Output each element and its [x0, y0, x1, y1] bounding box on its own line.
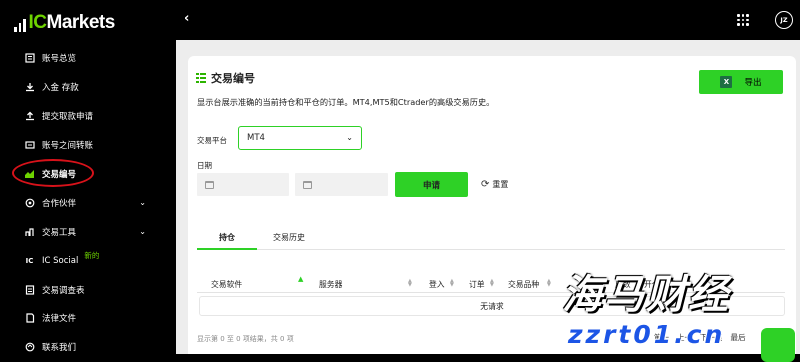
ic-markets-logo[interactable]: ICMarkets	[14, 10, 115, 32]
page-previous[interactable]: 上一	[677, 332, 692, 343]
table-header: 交易软件 ▲ 服务器 ▲ ▼ 登入 ▲ ▼ 订单 ▲ ▼ 交易品种 ▲ ▼ 成数 开仓时…	[197, 273, 785, 293]
sidebar-item-label: 入金 存款	[42, 83, 79, 94]
platform-select[interactable]: MT4 ⌄	[238, 126, 362, 150]
excel-icon: X	[720, 76, 733, 88]
list-icon	[196, 73, 206, 83]
tab-bar: 持仓 交易历史	[197, 232, 785, 250]
column-header[interactable]: 订单	[469, 279, 485, 290]
column-header[interactable]: 服务器	[319, 279, 342, 290]
sidebar: ICMarkets 账号总览 入金 存款 提交取款申请 账号之间转账 交易编号 …	[0, 0, 176, 362]
sidebar-item-label: 账号总览	[42, 54, 77, 65]
table-info: 显示第 0 至 0 项结果，共 0 项	[197, 335, 294, 343]
sidebar-item-label: 合作伙伴	[42, 198, 77, 209]
partner-icon	[24, 197, 35, 208]
platform-value: MT4	[247, 133, 265, 143]
refresh-icon: ⟳	[481, 179, 490, 190]
sidebar-item-label: 法律文件	[42, 314, 77, 325]
page-last[interactable]: 最后	[731, 332, 746, 343]
export-label: 导出	[744, 78, 762, 88]
reset-button[interactable]: ⟳ 重置	[481, 179, 508, 190]
chat-button[interactable]	[761, 328, 795, 362]
column-header[interactable]: 交易品种	[508, 279, 539, 290]
sidebar-item-survey[interactable]: 交易调查表	[0, 275, 176, 304]
apps-grid-icon[interactable]	[737, 14, 749, 26]
collapse-chevron-icon[interactable]: ‹	[184, 11, 189, 26]
sort-asc-icon[interactable]: ▲	[298, 276, 303, 283]
logo-text: ICMarkets	[28, 12, 116, 33]
withdraw-icon	[24, 111, 35, 122]
sidebar-item-label: 账号之间转账	[42, 141, 94, 152]
page-header: 交易编号	[196, 70, 255, 86]
column-header[interactable]: 成数	[615, 279, 631, 290]
calendar-icon	[205, 180, 214, 189]
new-badge: 新的	[84, 251, 100, 261]
bottom-strip	[176, 354, 800, 362]
apply-button[interactable]: 申请	[395, 172, 468, 197]
sidebar-item-label: IC Social	[42, 255, 79, 266]
chevron-down-icon: ⌄	[346, 133, 353, 142]
sidebar-item-label: 联系我们	[42, 343, 77, 354]
page-description: 显示台展示准确的当前持仓和平仓的订单。MT4,MT5和Ctrader的高级交易历…	[197, 97, 495, 107]
platform-label: 交易平台	[197, 136, 227, 145]
page-first[interactable]: 第一	[654, 332, 669, 343]
deposit-icon	[24, 82, 35, 93]
sidebar-item-deposit[interactable]: 入金 存款	[0, 73, 176, 102]
export-button[interactable]: X 导出	[699, 70, 783, 94]
column-header[interactable]: 交易软件	[211, 279, 242, 290]
transfer-icon	[24, 140, 35, 151]
sidebar-item-trading-tools[interactable]: 交易工具 ⌄	[0, 217, 176, 246]
logo-bars-icon	[14, 19, 26, 32]
survey-icon	[24, 284, 35, 295]
ledger-icon	[24, 53, 35, 64]
sidebar-item-partners[interactable]: 合作伙伴 ⌄	[0, 188, 176, 217]
chevron-down-icon[interactable]: ⌄	[139, 227, 146, 236]
sidebar-item-transfer[interactable]: 账号之间转账	[0, 131, 176, 160]
column-header[interactable]: 开仓时间	[644, 279, 675, 290]
tools-icon	[24, 226, 35, 237]
pagination: 第一 上一 下一页 最后	[654, 332, 746, 343]
sidebar-item-account-overview[interactable]: 账号总览	[0, 44, 176, 73]
sort-icon[interactable]: ▲ ▼	[547, 279, 551, 288]
page-next[interactable]: 下一页	[700, 332, 723, 343]
page-title: 交易编号	[211, 72, 255, 85]
top-bar: ‹ JZ	[176, 0, 800, 40]
sidebar-item-label: 提交取款申请	[42, 112, 94, 123]
sidebar-nav: 账号总览 入金 存款 提交取款申请 账号之间转账 交易编号 合作伙伴 ⌄ 交易工…	[0, 44, 176, 362]
sort-icon[interactable]: ▲ ▼	[490, 279, 494, 288]
ic-social-icon: IC	[25, 256, 34, 265]
reset-label: 重置	[492, 180, 509, 189]
avatar[interactable]: JZ	[775, 11, 793, 29]
document-icon	[24, 313, 35, 324]
sort-icon[interactable]: ▲ ▼	[450, 279, 454, 288]
contact-icon	[24, 342, 35, 353]
chevron-down-icon[interactable]: ⌄	[139, 198, 146, 207]
sidebar-item-label: 交易编号	[42, 170, 77, 180]
start-date-input[interactable]	[197, 173, 289, 196]
column-header[interactable]: 登入	[429, 279, 445, 290]
tab-open-positions[interactable]: 持仓	[197, 232, 257, 250]
sort-icon[interactable]: ▲ ▼	[408, 279, 412, 288]
calendar-icon	[303, 180, 312, 189]
empty-table-row: 无请求	[199, 296, 785, 316]
sidebar-item-legal[interactable]: 法律文件	[0, 304, 176, 333]
end-date-input[interactable]	[295, 173, 388, 196]
sidebar-item-ic-social[interactable]: IC IC Social 新的	[0, 246, 176, 275]
sidebar-item-label: 交易工具	[42, 227, 77, 238]
tab-trade-history[interactable]: 交易历史	[257, 232, 321, 250]
sidebar-item-label: 交易调查表	[42, 285, 85, 296]
sidebar-item-trade-history[interactable]: 交易编号	[0, 160, 176, 189]
sidebar-item-withdraw[interactable]: 提交取款申请	[0, 102, 176, 131]
trade-history-card: 交易编号 显示台展示准确的当前持仓和平仓的订单。MT4,MT5和Ctrader的…	[188, 56, 796, 362]
sidebar-item-contact[interactable]: 联系我们	[0, 333, 176, 362]
date-label: 日期	[197, 161, 212, 170]
chart-icon	[24, 169, 35, 180]
